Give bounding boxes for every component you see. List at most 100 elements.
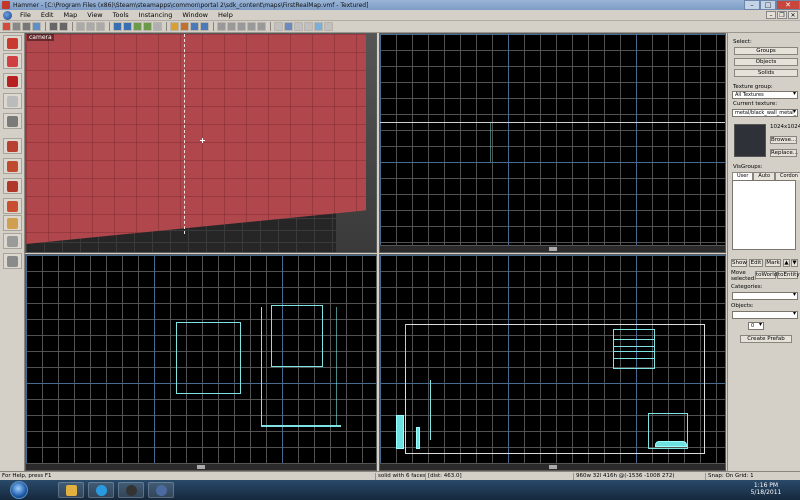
objects-button[interactable]: Objects: [734, 58, 798, 66]
menu-instancing[interactable]: Instancing: [134, 11, 178, 19]
camera-viewport[interactable]: camera: [25, 33, 377, 253]
cyan-platform-brush[interactable]: [655, 441, 687, 447]
create-prefab-button[interactable]: Create Prefab: [740, 335, 792, 343]
texture-scale-lock-icon[interactable]: [180, 22, 189, 31]
carve-icon[interactable]: [217, 22, 226, 31]
model-browser-icon[interactable]: [314, 22, 323, 31]
texture-application-icon[interactable]: [3, 138, 22, 154]
title-bar[interactable]: Hammer - [C:\Program Files (x86)\Steam\s…: [0, 0, 800, 10]
flat-shaded-icon[interactable]: [237, 22, 246, 31]
group-icon[interactable]: [113, 22, 122, 31]
system-clock[interactable]: 1:16 PM 5/18/2011: [736, 481, 796, 499]
cordon-icon[interactable]: [274, 22, 283, 31]
viewport-label-camera[interactable]: camera: [27, 34, 54, 41]
paste-icon[interactable]: [96, 22, 105, 31]
replace-button[interactable]: Replace...: [770, 149, 798, 157]
solids-button[interactable]: Solids: [734, 69, 798, 77]
entity-tool-icon[interactable]: [3, 93, 22, 109]
apply-texture-icon[interactable]: [3, 158, 22, 174]
copy-icon[interactable]: [86, 22, 95, 31]
texture-preview[interactable]: [734, 124, 766, 157]
tab-user[interactable]: User: [732, 172, 754, 180]
steam-taskbar-icon[interactable]: [118, 482, 144, 498]
stair-brush-outline[interactable]: [613, 329, 655, 369]
show-button[interactable]: Show: [731, 259, 747, 267]
front-viewport[interactable]: [25, 254, 377, 471]
run-map-icon[interactable]: [304, 22, 313, 31]
prefab-count-field[interactable]: 0: [748, 322, 764, 330]
block-tool-icon[interactable]: [3, 113, 22, 129]
browse-button[interactable]: Browse...: [770, 136, 797, 144]
mark-button[interactable]: Mark: [765, 259, 781, 267]
cyan-brush-stack[interactable]: [396, 415, 404, 449]
scrollbar-thumb[interactable]: [548, 465, 557, 469]
skype-taskbar-icon[interactable]: [88, 482, 114, 498]
move-down-icon[interactable]: ▼: [791, 259, 798, 267]
menu-help[interactable]: Help: [213, 11, 238, 19]
side-viewport[interactable]: [379, 254, 726, 471]
horizontal-scrollbar[interactable]: [380, 245, 725, 252]
document-restore-button[interactable]: ❐: [777, 11, 787, 19]
decal-tool-icon[interactable]: [3, 178, 22, 194]
stair-step-outline[interactable]: [613, 351, 655, 359]
minimize-button[interactable]: –: [744, 0, 760, 10]
clipping-tool-icon[interactable]: [3, 215, 22, 231]
close-button[interactable]: ✕: [776, 0, 800, 10]
textured-icon[interactable]: [247, 22, 256, 31]
visgroups-list[interactable]: [732, 180, 796, 250]
show-all-icon[interactable]: [143, 22, 152, 31]
objects-select[interactable]: [732, 311, 798, 319]
menu-map[interactable]: Map: [58, 11, 82, 19]
to-world-icon[interactable]: [200, 22, 209, 31]
document-icon[interactable]: [3, 10, 12, 20]
edit-button[interactable]: Edit: [749, 259, 763, 267]
redo-icon[interactable]: [59, 22, 68, 31]
selection-tool-icon[interactable]: [3, 35, 22, 51]
grid-smaller-icon[interactable]: [12, 22, 21, 31]
stair-step-outline[interactable]: [613, 339, 655, 347]
magnify-tool-icon[interactable]: [3, 53, 22, 69]
categories-select[interactable]: [732, 292, 798, 300]
cyan-brush[interactable]: [416, 427, 420, 449]
hammer-app-icon[interactable]: [2, 1, 10, 9]
path-tool-icon[interactable]: [3, 253, 22, 269]
current-texture-select[interactable]: metal/black_wall_metal_: [732, 109, 798, 117]
wireframe-icon[interactable]: [227, 22, 236, 31]
maximize-button[interactable]: □: [760, 0, 776, 10]
camera-tool-icon[interactable]: [3, 73, 22, 89]
texture-lock-icon[interactable]: [170, 22, 179, 31]
menu-window[interactable]: Window: [177, 11, 213, 19]
grid-toggle-icon[interactable]: [2, 22, 11, 31]
document-minimize-button[interactable]: –: [766, 11, 776, 19]
groups-button[interactable]: Groups: [734, 47, 798, 55]
check-problems-icon[interactable]: [294, 22, 303, 31]
to-entity-button[interactable]: toEntity: [777, 271, 800, 279]
brush-outline[interactable]: [176, 322, 241, 394]
menu-tools[interactable]: Tools: [108, 11, 134, 19]
horizontal-scrollbar[interactable]: [380, 463, 725, 470]
texture-group-select[interactable]: All Textures: [732, 91, 798, 99]
entity-report-icon[interactable]: [284, 22, 293, 31]
undo-icon[interactable]: [49, 22, 58, 31]
start-button-icon[interactable]: [10, 481, 28, 499]
document-close-button[interactable]: ✕: [788, 11, 798, 19]
sound-browser-icon[interactable]: [324, 22, 333, 31]
menu-file[interactable]: File: [15, 11, 36, 19]
lighting-preview-icon[interactable]: [257, 22, 266, 31]
menu-edit[interactable]: Edit: [36, 11, 59, 19]
move-up-icon[interactable]: ▲: [783, 259, 790, 267]
selection-icon[interactable]: [153, 22, 162, 31]
menu-view[interactable]: View: [82, 11, 107, 19]
ungroup-icon[interactable]: [123, 22, 132, 31]
tab-cordon[interactable]: Cordon: [775, 172, 800, 180]
vertex-tool-icon[interactable]: [3, 233, 22, 249]
3d-grid-icon[interactable]: [32, 22, 41, 31]
tab-auto[interactable]: Auto: [753, 172, 776, 180]
to-entity-icon[interactable]: [190, 22, 199, 31]
cut-icon[interactable]: [76, 22, 85, 31]
hammer-taskbar-icon[interactable]: [148, 482, 174, 498]
hide-selected-icon[interactable]: [133, 22, 142, 31]
red-wall-brush[interactable]: [26, 34, 366, 244]
scrollbar-thumb[interactable]: [197, 465, 205, 469]
to-world-button[interactable]: toWorld: [755, 271, 777, 279]
